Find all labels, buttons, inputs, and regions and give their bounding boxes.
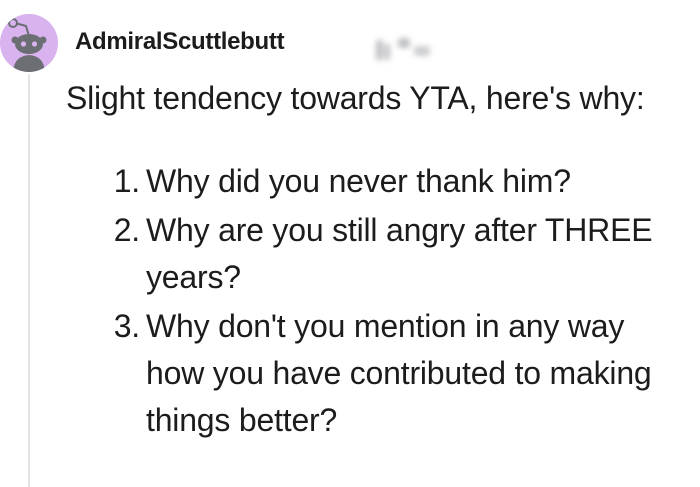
comment-intro: Slight tendency towards YTA, here's why: [66,80,645,116]
thread-line[interactable] [28,74,30,487]
list-item-number: 1. [113,163,140,199]
snoo-avatar-icon [0,14,58,72]
list-item: 2. Why are you still angry after THREE y… [66,207,696,301]
avatar[interactable] [0,14,58,72]
list-item-text: Why don't you mention in any way how you… [146,308,652,438]
list-item-number: 2. [113,212,140,248]
list-item: 3. Why don't you mention in any way how … [66,303,696,444]
list-item: 1. Why did you never thank him? [66,158,696,205]
list-item-number: 3. [113,308,140,344]
list-item-text: Why did you never thank him? [146,163,571,199]
blurred-flair-icon [376,38,430,60]
comment-author[interactable]: AdmiralScuttlebutt [75,28,285,56]
reasons-list: 1. Why did you never thank him? 2. Why a… [66,158,696,444]
list-item-text: Why are you still angry after THREE year… [146,212,653,295]
comment-body: Slight tendency towards YTA, here's why:… [66,78,696,446]
